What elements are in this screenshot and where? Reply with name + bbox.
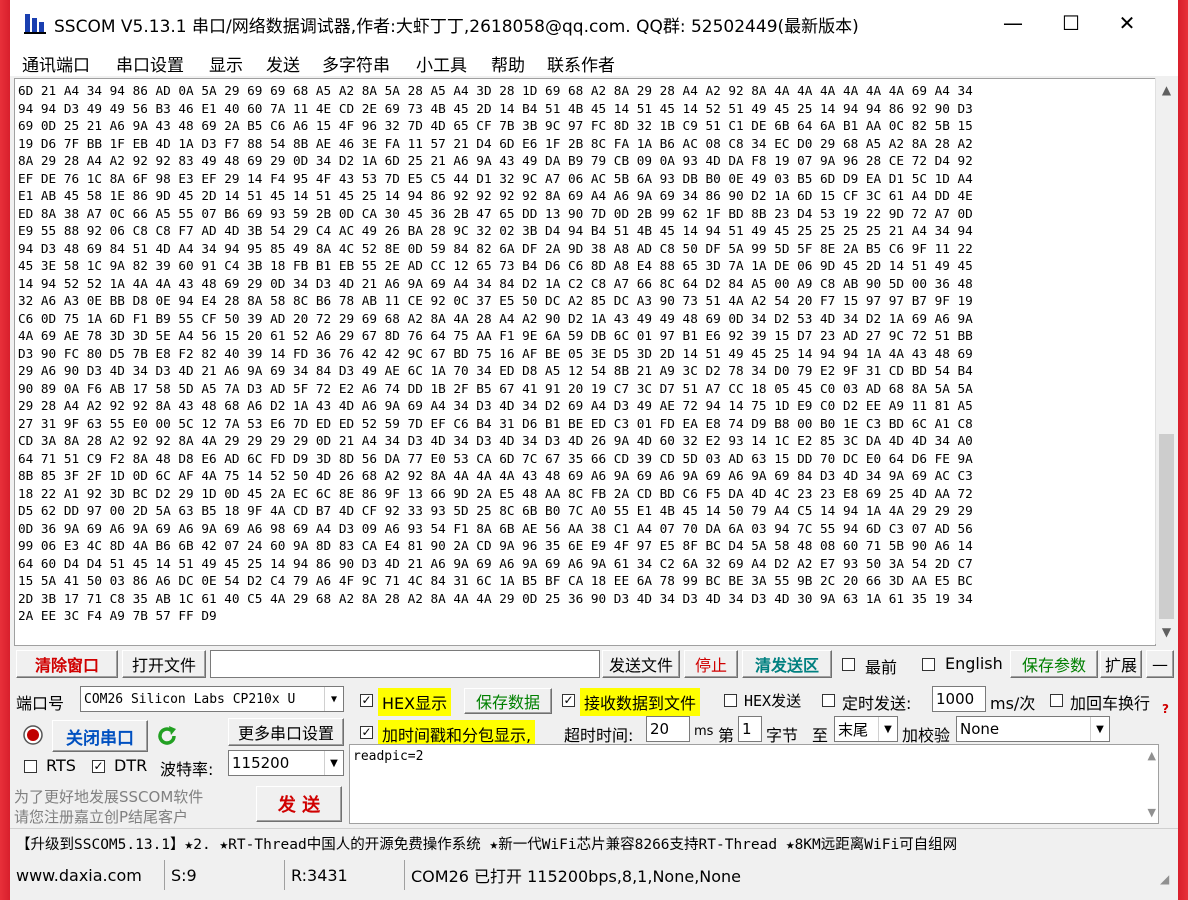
scroll-down-icon[interactable]: ▼: [1156, 622, 1177, 642]
advertisement-ticker[interactable]: 【升级到SSCOM5.13.1】★2. ★RT-Thread中国人的开源免费操作…: [10, 828, 1178, 858]
status-website[interactable]: www.daxia.com: [10, 860, 164, 890]
status-bar: www.daxia.com S:9 R:3431 COM26 已打开 11520…: [10, 860, 1178, 890]
close-port-button[interactable]: 关闭串口: [52, 720, 148, 752]
to-label: 至: [812, 726, 829, 745]
menu-display[interactable]: 显示: [209, 51, 243, 76]
recv-to-file-checkbox[interactable]: ✓: [562, 694, 575, 707]
add-crlf-label: 加回车换行: [1070, 694, 1151, 713]
chevron-down-icon[interactable]: ▼: [1090, 717, 1109, 741]
save-data-button[interactable]: 保存数据: [464, 688, 552, 714]
scrollbar-thumb[interactable]: [1159, 434, 1174, 619]
send-file-button[interactable]: 发送文件: [602, 650, 680, 678]
menu-serial-settings[interactable]: 串口设置: [116, 51, 184, 76]
end-position-value: 末尾: [838, 720, 869, 739]
byte-prefix-label: 第: [718, 726, 735, 745]
status-port-state: COM26 已打开 115200bps,8,1,None,None: [404, 860, 1164, 890]
send-text-content: readpic=2: [353, 749, 424, 764]
send-scroll-down-icon[interactable]: ▼: [1148, 806, 1156, 819]
timeout-label: 超时时间:: [564, 726, 634, 745]
baud-rate-value: 115200: [232, 754, 290, 772]
topmost-label: 最前: [865, 658, 898, 677]
timed-send-interval-input[interactable]: 1000: [932, 686, 986, 712]
timestamp-checkbox[interactable]: ✓: [360, 726, 373, 739]
save-params-button[interactable]: 保存参数: [1010, 650, 1098, 678]
send-text-area[interactable]: readpic=2 ▲ ▼: [349, 744, 1159, 824]
port-status-icon: [23, 725, 43, 745]
byte-suffix-label: 字节: [766, 726, 799, 745]
file-path-input[interactable]: [210, 650, 600, 678]
maximize-icon: ☐: [1062, 11, 1080, 35]
menu-multi-string[interactable]: 多字符串: [322, 51, 390, 76]
rts-checkbox[interactable]: [24, 760, 37, 773]
collapse-icon: —: [1152, 654, 1168, 674]
english-label: English: [945, 654, 1003, 673]
byte-index-input[interactable]: 1: [738, 716, 762, 742]
menu-tools[interactable]: 小工具: [416, 51, 467, 76]
receive-scrollbar[interactable]: ▲ ▼: [1155, 78, 1177, 644]
dtr-checkbox[interactable]: ✓: [92, 760, 105, 773]
scroll-up-icon[interactable]: ▲: [1156, 80, 1177, 100]
chevron-down-icon[interactable]: ▼: [324, 751, 343, 775]
timeout-input[interactable]: 20: [646, 716, 690, 742]
topmost-checkbox[interactable]: [842, 658, 855, 671]
status-sent-count: S:9: [164, 860, 284, 890]
open-file-button[interactable]: 打开文件: [122, 650, 206, 678]
clear-send-button[interactable]: 清发送区: [742, 650, 832, 678]
menu-comm-port[interactable]: 通讯端口: [22, 51, 90, 76]
port-select[interactable]: COM26 Silicon Labs CP210x U ▼: [80, 686, 344, 712]
sscom-app-icon: [24, 14, 46, 34]
send-button[interactable]: 发 送: [256, 786, 342, 822]
menu-bar: 通讯端口 串口设置 显示 发送 多字符串 小工具 帮助 联系作者: [10, 46, 1178, 76]
english-checkbox[interactable]: [922, 658, 935, 671]
chevron-down-icon[interactable]: ▼: [324, 687, 343, 711]
port-select-value: COM26 Silicon Labs CP210x U: [84, 691, 296, 707]
close-icon: ✕: [1118, 11, 1136, 35]
promo-line-2[interactable]: 请您注册嘉立创P结尾客户: [14, 806, 188, 827]
timed-send-label: 定时发送:: [842, 694, 912, 713]
promo-line-1: 为了更好地发展SSCOM软件: [14, 788, 204, 806]
checksum-select[interactable]: None ▼: [956, 716, 1110, 742]
rts-label: RTS: [46, 756, 76, 775]
send-scroll-up-icon[interactable]: ▲: [1148, 749, 1156, 762]
checksum-value: None: [960, 720, 1000, 738]
minimize-icon: —: [1003, 11, 1023, 35]
timed-send-checkbox[interactable]: [822, 694, 835, 707]
received-hex-data: 6D 21 A4 34 94 86 AD 0A 5A 29 69 69 68 A…: [18, 83, 973, 623]
close-window-button[interactable]: ✕: [1104, 0, 1150, 46]
chevron-down-icon[interactable]: ▼: [878, 717, 897, 741]
stop-button[interactable]: 停止: [684, 650, 738, 678]
menu-contact-author[interactable]: 联系作者: [547, 51, 615, 76]
resize-grip-icon[interactable]: ◢: [1160, 872, 1169, 886]
minimize-button[interactable]: —: [990, 0, 1036, 46]
menu-help[interactable]: 帮助: [491, 51, 525, 76]
timeout-unit-label: ms: [694, 724, 714, 739]
more-serial-settings-button[interactable]: 更多串口设置: [228, 718, 344, 746]
checksum-label: 加校验: [902, 726, 951, 745]
port-label: 端口号: [16, 694, 65, 713]
collapse-button[interactable]: —: [1146, 650, 1174, 678]
title-bar: SSCOM V5.13.1 串口/网络数据调试器,作者:大虾丁丁,2618058…: [10, 0, 1178, 46]
baud-rate-label: 波特率:: [160, 760, 214, 779]
maximize-button[interactable]: ☐: [1048, 0, 1094, 46]
menu-send[interactable]: 发送: [266, 51, 300, 76]
receive-text-area[interactable]: 6D 21 A4 34 94 86 AD 0A 5A 29 69 69 68 A…: [14, 78, 1156, 646]
hex-display-checkbox[interactable]: ✓: [360, 694, 373, 707]
sscom-window: SSCOM V5.13.1 串口/网络数据调试器,作者:大虾丁丁,2618058…: [10, 0, 1178, 900]
expand-button[interactable]: 扩展: [1100, 650, 1142, 678]
help-icon[interactable]: ?: [1162, 702, 1169, 716]
hex-send-label: HEX发送: [744, 692, 802, 710]
status-received-count: R:3431: [284, 860, 404, 890]
baud-rate-select[interactable]: 115200 ▼: [228, 750, 344, 776]
clear-window-button[interactable]: 清除窗口: [16, 650, 118, 678]
interval-unit-label: ms/次: [990, 694, 1036, 713]
recv-to-file-label: 接收数据到文件: [580, 688, 701, 716]
hex-send-checkbox[interactable]: [724, 694, 737, 707]
add-crlf-checkbox[interactable]: [1050, 694, 1063, 707]
hex-display-label: HEX显示: [378, 688, 452, 716]
window-title: SSCOM V5.13.1 串口/网络数据调试器,作者:大虾丁丁,2618058…: [54, 17, 859, 37]
end-position-select[interactable]: 末尾 ▼: [834, 716, 898, 742]
dtr-label: DTR: [114, 756, 148, 775]
refresh-icon[interactable]: [156, 724, 178, 748]
